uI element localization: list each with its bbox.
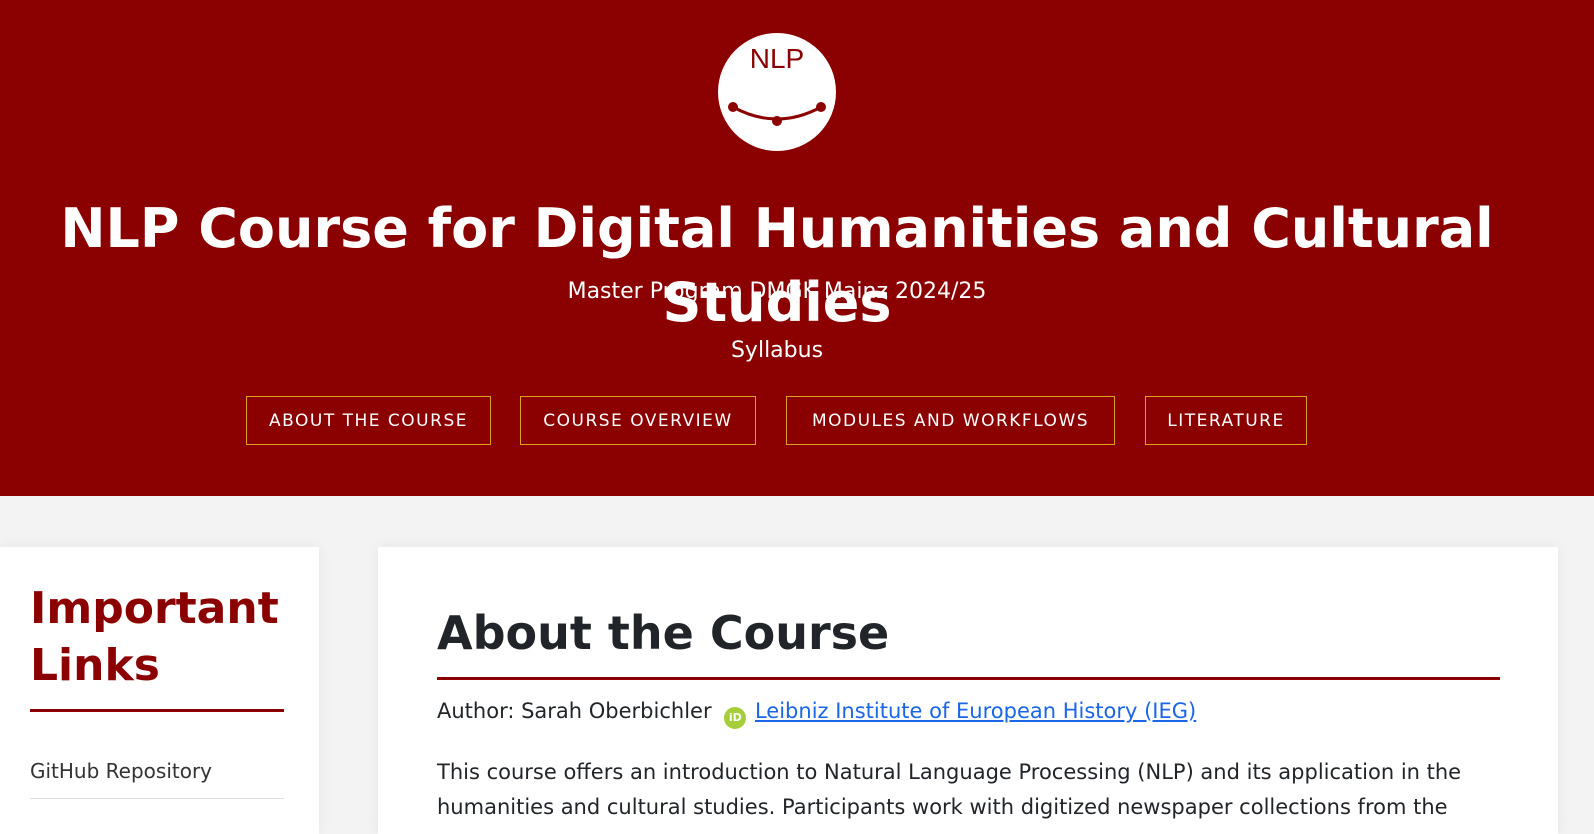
sidebar-link-github-repository[interactable]: GitHub Repository <box>30 757 284 785</box>
site-subtitle: Master Program DMGK Mainz 2024/25 <box>567 279 987 304</box>
sidebar-link-divider <box>30 798 284 799</box>
sidebar-title: Important Links <box>30 583 279 691</box>
nav-course-overview-button[interactable]: Course Overview <box>520 396 756 445</box>
syllabus-label: Syllabus <box>730 338 824 363</box>
logo-smile-icon <box>728 102 826 126</box>
orcid-icon[interactable]: iD <box>724 707 747 729</box>
author-line: Author: Sarah Oberbichler iD Leibniz Ins… <box>437 696 1500 729</box>
site-header: NLP NLP Course for Digital Humanities an… <box>0 0 1594 496</box>
nav-about-the-course-button[interactable]: About the Course <box>246 396 491 445</box>
section-title: About the Course <box>437 606 890 660</box>
sidebar-divider <box>30 709 284 712</box>
author-name: Author: Sarah Oberbichler <box>437 699 712 723</box>
nlp-logo: NLP <box>718 33 836 151</box>
nav-modules-and-workflows-button[interactable]: Modules and Workflows <box>786 396 1115 445</box>
affiliation-link[interactable]: Leibniz Institute of European History (I… <box>755 699 1196 723</box>
intro-paragraph: This course offers an introduction to Na… <box>437 760 1462 819</box>
nav-literature-button[interactable]: Literature <box>1145 396 1307 445</box>
site-title: NLP Course for Digital Humanities and Cu… <box>60 197 1494 334</box>
section-divider <box>437 677 1500 680</box>
